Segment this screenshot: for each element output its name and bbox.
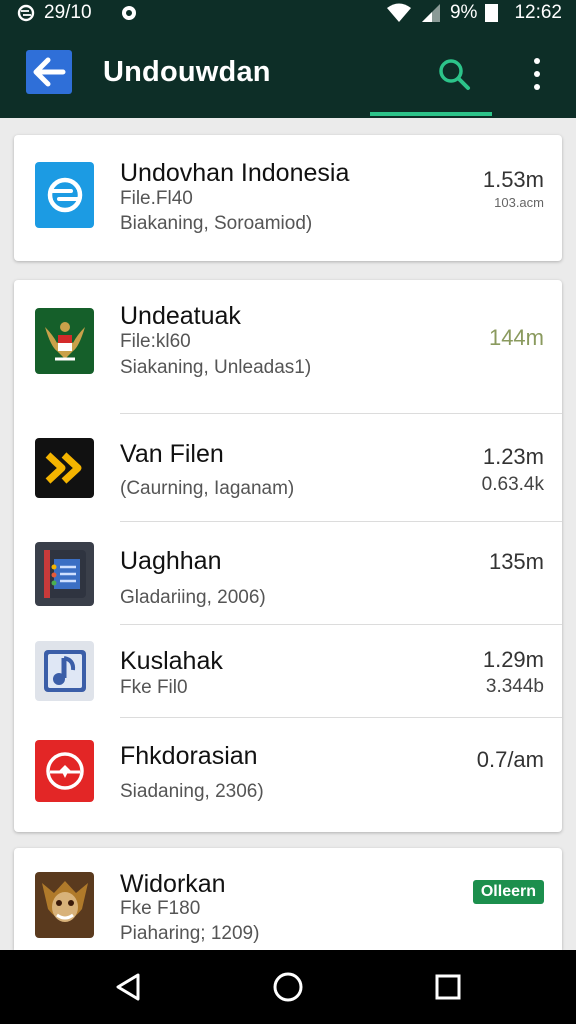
item-name: Uaghhan bbox=[120, 547, 222, 575]
dot-icon bbox=[534, 58, 540, 64]
item-detail: File.Fl40 bbox=[120, 188, 193, 209]
item-size-sub: 103.acm bbox=[494, 195, 544, 210]
item-detail: Piaharing; 1209) bbox=[120, 923, 260, 944]
notification-dot-icon bbox=[121, 6, 136, 20]
signal-icon bbox=[421, 4, 440, 22]
item-name: Undeatuak bbox=[120, 302, 241, 330]
nav-recents-button[interactable] bbox=[428, 967, 468, 1007]
download-card: Undovhan Indonesia File.Fl40 Biakaning, … bbox=[14, 135, 562, 261]
item-detail: Gladariing, 2006) bbox=[120, 587, 266, 608]
item-name: Undovhan Indonesia bbox=[120, 159, 350, 187]
search-button[interactable] bbox=[430, 50, 478, 98]
item-detail: (Caurning, Iaganam) bbox=[120, 478, 295, 499]
item-detail: Fke Fil0 bbox=[120, 677, 188, 698]
status-right: 9% 12:62 bbox=[386, 2, 562, 24]
dot-icon bbox=[534, 84, 540, 90]
back-button[interactable] bbox=[26, 50, 72, 94]
sync-status-icon bbox=[17, 4, 35, 22]
item-name: Kuslahak bbox=[120, 647, 223, 675]
item-detail: Fke F180 bbox=[120, 898, 201, 919]
list-item[interactable]: Uaghhan Gladariing, 2006) 135m bbox=[14, 522, 562, 624]
list-item[interactable]: Fhkdorasian Siadaning, 2306) 0.7/am bbox=[14, 718, 562, 832]
active-tab-indicator bbox=[370, 112, 492, 116]
item-name: Widorkan bbox=[120, 870, 226, 898]
battery-percent: 9% bbox=[449, 2, 478, 23]
status-date: 29/10 bbox=[44, 2, 92, 23]
overflow-menu-button[interactable] bbox=[522, 54, 552, 94]
battery-icon bbox=[485, 4, 499, 22]
status-left: 29/10 bbox=[16, 2, 136, 24]
search-icon bbox=[439, 59, 470, 90]
garuda-emblem-icon bbox=[35, 308, 94, 374]
status-badge: Olleern bbox=[472, 880, 544, 904]
item-name: Fhkdorasian bbox=[120, 742, 258, 770]
dot-icon bbox=[534, 71, 540, 77]
back-triangle-icon bbox=[116, 973, 140, 1001]
item-size: 0.7/am bbox=[476, 747, 544, 772]
item-detail: File:kl60 bbox=[120, 331, 191, 352]
music-note-icon bbox=[35, 641, 94, 701]
item-detail: Siadaning, 2306) bbox=[120, 781, 264, 802]
warrior-mask-icon bbox=[35, 872, 94, 938]
item-size: 144m bbox=[488, 325, 544, 350]
sync-arrows-icon bbox=[35, 162, 94, 228]
home-circle-icon bbox=[273, 972, 303, 1002]
double-chevron-icon bbox=[35, 438, 94, 498]
list-item[interactable]: Undovhan Indonesia File.Fl40 Biakaning, … bbox=[14, 135, 562, 261]
list-item[interactable]: Kuslahak Fke Fil0 1.29m 3.344b bbox=[14, 625, 562, 717]
nav-back-button[interactable] bbox=[108, 967, 148, 1007]
item-size: 1.53m bbox=[482, 167, 544, 192]
item-name: Van Filen bbox=[120, 440, 224, 468]
download-card: Widorkan Fke F180 Piaharing; 1209) Ollee… bbox=[14, 848, 562, 950]
item-size: 1.23m bbox=[482, 444, 544, 469]
item-detail: Biakaning, Soroamiod) bbox=[120, 213, 313, 234]
item-size-sub: 0.63.4k bbox=[481, 474, 544, 495]
download-card: Undeatuak File:kl60 Siakaning, Unleadas1… bbox=[14, 280, 562, 832]
arrow-left-icon bbox=[33, 57, 66, 87]
item-size-sub: 3.344b bbox=[485, 676, 544, 697]
nav-home-button[interactable] bbox=[268, 967, 308, 1007]
item-size: 1.29m bbox=[482, 647, 544, 672]
list-item[interactable]: Van Filen (Caurning, Iaganam) 1.23m 0.63… bbox=[14, 414, 562, 520]
page-title: Undouwdan bbox=[103, 56, 271, 88]
status-bar: 29/10 9% 12:62 bbox=[0, 0, 576, 26]
item-detail: Siakaning, Unleadas1) bbox=[120, 357, 312, 378]
airplane-circle-icon bbox=[35, 740, 94, 802]
recents-square-icon bbox=[435, 974, 461, 1000]
notebook-icon bbox=[35, 542, 94, 606]
item-size: 135m bbox=[488, 549, 544, 574]
navigation-bar bbox=[0, 950, 576, 1024]
list-item[interactable]: Widorkan Fke F180 Piaharing; 1209) Ollee… bbox=[14, 848, 562, 950]
list-item[interactable]: Undeatuak File:kl60 Siakaning, Unleadas1… bbox=[14, 280, 562, 413]
app-bar: Undouwdan bbox=[0, 26, 576, 118]
wifi-icon bbox=[386, 3, 411, 22]
status-time: 12:62 bbox=[514, 2, 562, 23]
